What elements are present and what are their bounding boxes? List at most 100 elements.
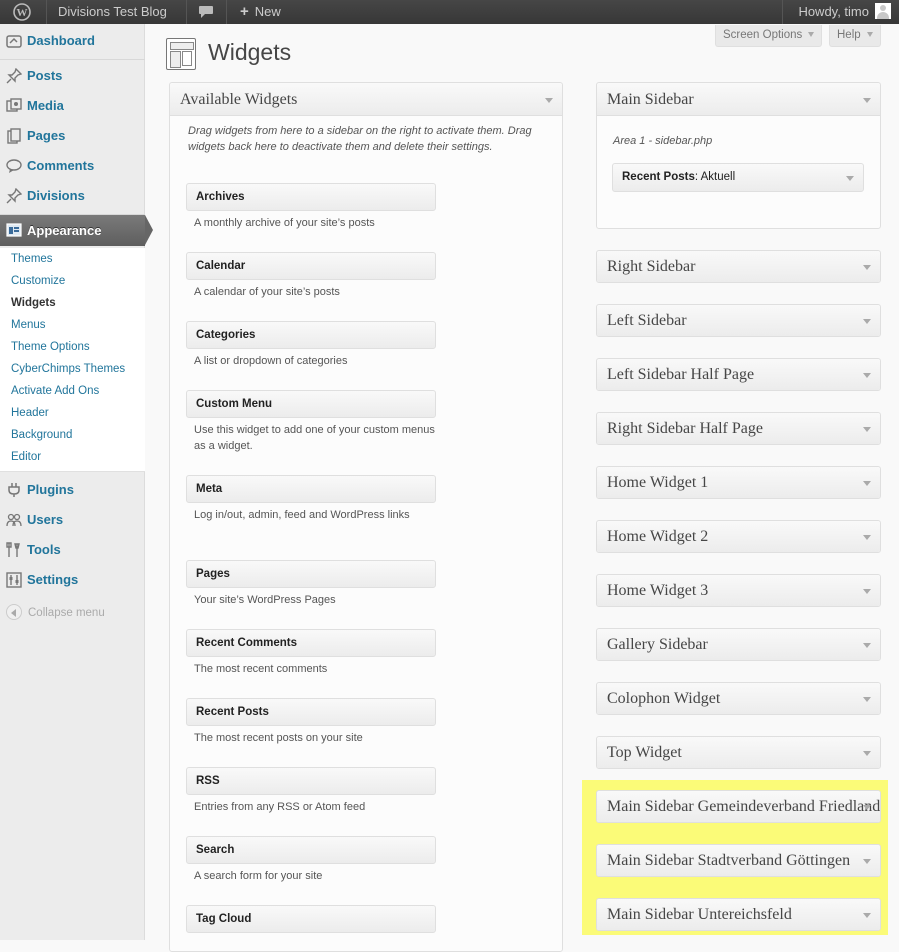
menu-divisions[interactable]: Divisions <box>0 181 145 211</box>
active-widget-recent-posts[interactable]: Recent Posts: Aktuell <box>612 163 864 192</box>
new-content-button[interactable]: + New <box>240 0 281 24</box>
sidebar-header[interactable]: Right Sidebar <box>597 251 880 282</box>
widget-tag-cloud[interactable]: Tag Cloud <box>186 905 436 933</box>
collapse-arrow-icon <box>6 604 22 620</box>
sidebar-header[interactable]: Top Widget <box>597 737 880 768</box>
svg-text:W: W <box>17 7 28 19</box>
toggle-arrow-icon[interactable] <box>863 98 871 103</box>
menu-dashboard[interactable]: Dashboard <box>0 26 145 56</box>
toggle-arrow-icon[interactable] <box>846 176 854 181</box>
submenu-header[interactable]: Header <box>11 407 49 419</box>
submenu-editor[interactable]: Editor <box>11 451 41 463</box>
toggle-arrow-icon[interactable] <box>863 373 871 378</box>
widget-archives[interactable]: Archives <box>186 183 436 211</box>
media-icon <box>6 98 22 112</box>
sidebar-left-half-page[interactable]: Left Sidebar Half Page <box>596 358 881 391</box>
sidebar-header[interactable]: Main Sidebar Gemeindeverband Friedland <box>597 791 880 822</box>
toggle-arrow-icon[interactable] <box>863 427 871 432</box>
submenu-activate-add-ons[interactable]: Activate Add Ons <box>11 385 99 397</box>
widget-recent-posts[interactable]: Recent Posts <box>186 698 436 726</box>
widget-meta[interactable]: Meta <box>186 475 436 503</box>
toggle-arrow-icon[interactable] <box>863 697 871 702</box>
sidebar-header[interactable]: Gallery Sidebar <box>597 629 880 660</box>
menu-posts[interactable]: Posts <box>0 61 145 91</box>
sidebar-header[interactable]: Left Sidebar <box>597 305 880 336</box>
sidebar-title: Main Sidebar Untereichsfeld <box>607 906 792 923</box>
widget-categories[interactable]: Categories <box>186 321 436 349</box>
sidebar-header[interactable]: Colophon Widget <box>597 683 880 714</box>
sidebar-header[interactable]: Right Sidebar Half Page <box>597 413 880 444</box>
toggle-arrow-icon[interactable] <box>863 589 871 594</box>
toggle-arrow-icon[interactable] <box>863 265 871 270</box>
sidebar-home-widget-1[interactable]: Home Widget 1 <box>596 466 881 499</box>
widget-description: The most recent posts on your site <box>194 732 363 744</box>
widget-calendar[interactable]: Calendar <box>186 252 436 280</box>
sidebar-header[interactable]: Left Sidebar Half Page <box>597 359 880 390</box>
help-button[interactable]: Help <box>829 25 881 47</box>
widget-custom-menu[interactable]: Custom Menu <box>186 390 436 418</box>
menu-comments[interactable]: Comments <box>0 151 145 181</box>
sidebar-home-widget-3[interactable]: Home Widget 3 <box>596 574 881 607</box>
pin-icon <box>6 68 22 84</box>
toggle-arrow-icon[interactable] <box>863 481 871 486</box>
available-widgets-title: Available Widgets <box>180 91 298 108</box>
sidebar-main-stadtverband-goettingen[interactable]: Main Sidebar Stadtverband Göttingen <box>596 844 881 877</box>
toggle-arrow-icon[interactable] <box>863 913 871 918</box>
menu-users[interactable]: Users <box>0 505 145 535</box>
sidebar-colophon-widget[interactable]: Colophon Widget <box>596 682 881 715</box>
plugin-icon <box>8 483 20 497</box>
wordpress-logo-icon[interactable]: W <box>0 0 46 24</box>
sidebar-header[interactable]: Main Sidebar <box>597 83 880 116</box>
submenu-theme-options[interactable]: Theme Options <box>11 341 90 353</box>
toggle-arrow-icon[interactable] <box>863 859 871 864</box>
widget-description: Log in/out, admin, feed and WordPress li… <box>194 509 410 521</box>
toggle-arrow-icon[interactable] <box>863 643 871 648</box>
sidebar-gallery[interactable]: Gallery Sidebar <box>596 628 881 661</box>
toggle-arrow-icon[interactable] <box>863 751 871 756</box>
sidebar-header[interactable]: Main Sidebar Stadtverband Göttingen <box>597 845 880 876</box>
menu-tools[interactable]: Tools <box>0 535 145 565</box>
toggle-arrow-icon[interactable] <box>863 535 871 540</box>
toggle-arrow-icon[interactable] <box>545 98 553 103</box>
sidebar-main-untereichsfeld[interactable]: Main Sidebar Untereichsfeld <box>596 898 881 931</box>
sidebar-right[interactable]: Right Sidebar <box>596 250 881 283</box>
submenu-menus[interactable]: Menus <box>11 319 46 331</box>
menu-plugins[interactable]: Plugins <box>0 475 145 505</box>
widget-search[interactable]: Search <box>186 836 436 864</box>
settings-icon <box>6 572 22 588</box>
site-name-link[interactable]: Divisions Test Blog <box>58 0 167 24</box>
widget-recent-comments[interactable]: Recent Comments <box>186 629 436 657</box>
submenu-cyberchimps-themes[interactable]: CyberChimps Themes <box>11 363 125 375</box>
submenu-background[interactable]: Background <box>11 429 72 441</box>
screen-options-button[interactable]: Screen Options <box>715 25 823 47</box>
sidebar-header[interactable]: Home Widget 3 <box>597 575 880 606</box>
widget-description: A calendar of your site’s posts <box>194 286 340 298</box>
collapse-menu-button[interactable]: Collapse menu <box>6 604 105 620</box>
sidebar-header[interactable]: Main Sidebar Untereichsfeld <box>597 899 880 930</box>
sidebar-left[interactable]: Left Sidebar <box>596 304 881 337</box>
menu-appearance[interactable]: Appearance <box>0 215 153 246</box>
screen-options-label: Screen Options <box>723 29 803 41</box>
sidebar-header[interactable]: Home Widget 2 <box>597 521 880 552</box>
sidebar-home-widget-2[interactable]: Home Widget 2 <box>596 520 881 553</box>
toggle-arrow-icon[interactable] <box>863 805 871 810</box>
menu-pages[interactable]: Pages <box>0 121 145 151</box>
my-account-menu[interactable]: Howdy, timo <box>798 0 891 24</box>
menu-settings[interactable]: Settings <box>0 565 145 595</box>
available-widgets-header[interactable]: Available Widgets <box>170 83 562 116</box>
new-label: New <box>254 4 281 19</box>
menu-media[interactable]: Media <box>0 91 145 121</box>
sidebar-right-half-page[interactable]: Right Sidebar Half Page <box>596 412 881 445</box>
submenu-widgets[interactable]: Widgets <box>11 297 56 309</box>
sidebar-top-widget[interactable]: Top Widget <box>596 736 881 769</box>
widget-pages[interactable]: Pages <box>186 560 436 588</box>
sidebar-main-gemeindeverband-friedland[interactable]: Main Sidebar Gemeindeverband Friedland <box>596 790 881 823</box>
toggle-arrow-icon[interactable] <box>863 319 871 324</box>
menu-label: Posts <box>27 68 63 83</box>
sidebar-header[interactable]: Home Widget 1 <box>597 467 880 498</box>
submenu-themes[interactable]: Themes <box>11 253 53 265</box>
help-label: Help <box>837 29 861 41</box>
comments-bubble-icon[interactable] <box>188 0 224 24</box>
widget-rss[interactable]: RSS <box>186 767 436 795</box>
submenu-customize[interactable]: Customize <box>11 275 65 287</box>
